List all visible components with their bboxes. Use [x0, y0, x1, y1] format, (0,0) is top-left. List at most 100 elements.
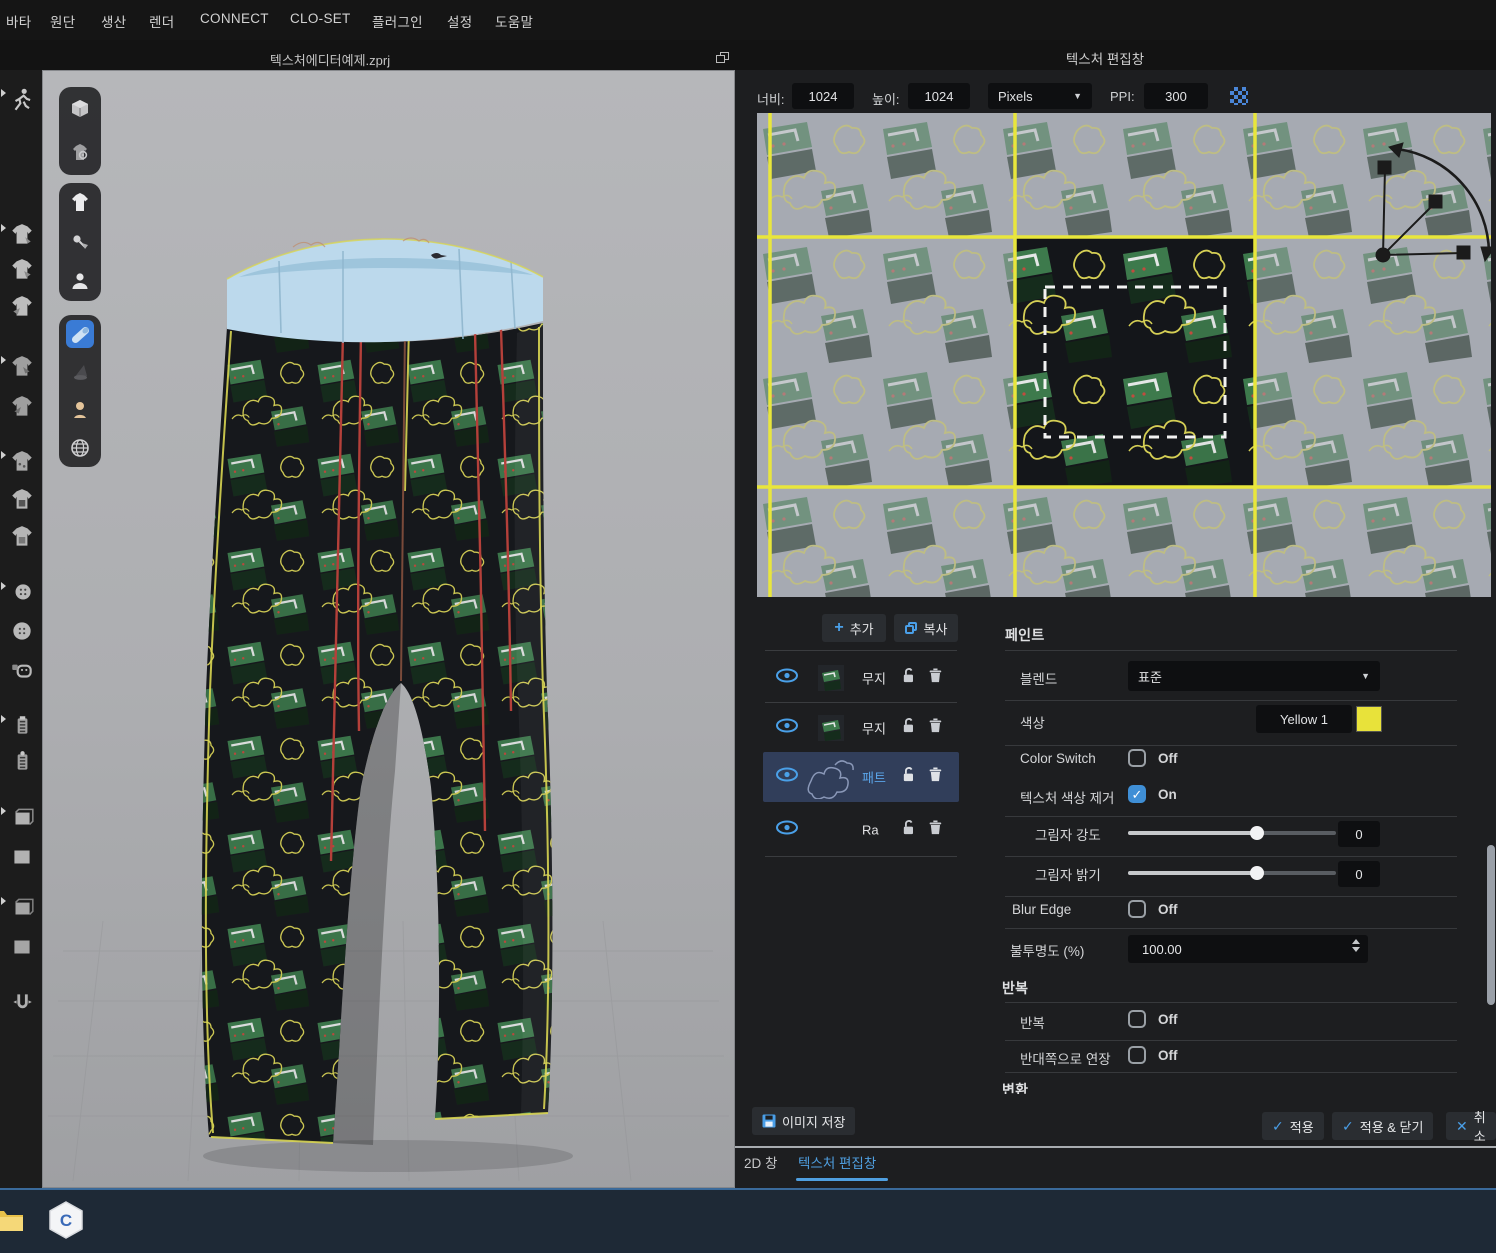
- layer-row-4[interactable]: Ra: [763, 810, 959, 850]
- trash-icon[interactable]: [925, 666, 945, 691]
- shadow-intensity-slider[interactable]: [1128, 831, 1336, 835]
- layer-name: Ra: [862, 823, 879, 838]
- remove-texture-color-state: On: [1158, 787, 1177, 802]
- unit-value: Pixels: [998, 89, 1033, 104]
- blur-edge-state: Off: [1158, 902, 1178, 917]
- windows-taskbar: C: [0, 1188, 1496, 1253]
- tool-pattern-shirt-1-icon[interactable]: [7, 485, 37, 515]
- garment-gear-icon[interactable]: [66, 139, 94, 167]
- extend-opposite-checkbox[interactable]: [1128, 1046, 1146, 1064]
- layer-row-1[interactable]: 무지: [763, 658, 959, 698]
- menu-plugin[interactable]: 플러그인: [372, 11, 423, 31]
- layer-row-2[interactable]: 무지: [763, 708, 959, 748]
- copy-layer-button[interactable]: 복사: [894, 614, 958, 642]
- layer-row-3-selected[interactable]: 패트: [763, 752, 959, 802]
- tab-texture-editor[interactable]: 텍스처 편집창: [798, 1152, 876, 1172]
- tool-fabric-2-icon[interactable]: [7, 842, 37, 872]
- check-icon: ✓: [1272, 1118, 1284, 1135]
- globe-icon[interactable]: [66, 434, 94, 462]
- tool-texture-garment-icon[interactable]: [7, 447, 37, 477]
- tool-button-lock-icon[interactable]: [7, 655, 37, 685]
- cancel-button[interactable]: ✕ 취소: [1446, 1112, 1496, 1140]
- unlock-icon[interactable]: [898, 666, 918, 691]
- shadow-intensity-value[interactable]: 0: [1338, 821, 1380, 847]
- apply-button[interactable]: ✓ 적용: [1262, 1112, 1324, 1140]
- eye-icon[interactable]: [775, 668, 799, 689]
- menu-render[interactable]: 렌더: [149, 11, 174, 31]
- remove-texture-color-checkbox[interactable]: ✓: [1128, 785, 1146, 803]
- shadow-brightness-label: 그림자 밝기: [1035, 864, 1101, 884]
- apply-close-label: 적용 & 닫기: [1360, 1117, 1424, 1136]
- tool-pattern-shirt-2-icon[interactable]: [7, 522, 37, 552]
- ppi-input[interactable]: 300: [1144, 83, 1208, 109]
- tool-garment-4-icon[interactable]: [7, 352, 37, 382]
- menu-closet[interactable]: CLO-SET: [290, 11, 351, 26]
- 3d-viewport[interactable]: [42, 70, 735, 1188]
- viewport-toolgroup-texture: [59, 315, 101, 467]
- texture-canvas[interactable]: [757, 113, 1491, 597]
- trash-icon[interactable]: [925, 765, 945, 790]
- tab-2d-window[interactable]: 2D 창: [744, 1152, 777, 1172]
- transparency-checker-icon[interactable]: [1230, 87, 1248, 105]
- eye-icon[interactable]: [775, 767, 799, 788]
- eye-icon[interactable]: [775, 820, 799, 841]
- pin-tool-icon[interactable]: [66, 228, 94, 256]
- menu-connect[interactable]: CONNECT: [200, 11, 269, 26]
- menu-fabric[interactable]: 원단: [50, 11, 75, 31]
- cone-tool-icon[interactable]: [66, 358, 94, 386]
- tool-zipper-1-icon[interactable]: [7, 711, 37, 741]
- menu-avatar[interactable]: 바타: [6, 11, 31, 31]
- trash-icon[interactable]: [925, 716, 945, 741]
- cube-3d-icon[interactable]: [66, 95, 94, 123]
- folder-icon[interactable]: [0, 1198, 30, 1242]
- tool-fabric-4-icon[interactable]: [7, 932, 37, 962]
- chevron-down-icon: ▼: [1361, 671, 1370, 681]
- shadow-brightness-value[interactable]: 0: [1338, 861, 1380, 887]
- clo-app-icon[interactable]: C: [44, 1198, 88, 1242]
- unlock-icon[interactable]: [898, 716, 918, 741]
- avatar-display-icon[interactable]: [66, 267, 94, 295]
- eye-icon[interactable]: [775, 718, 799, 739]
- unit-dropdown[interactable]: Pixels ▼: [988, 83, 1092, 109]
- menu-help[interactable]: 도움말: [495, 11, 533, 31]
- tool-button-2-icon[interactable]: [7, 616, 37, 646]
- color-swatch[interactable]: [1356, 706, 1382, 732]
- shadow-brightness-slider[interactable]: [1128, 871, 1336, 875]
- tool-clamp-icon[interactable]: [7, 987, 37, 1017]
- viewport-toolgroup-scene: [59, 87, 101, 175]
- repeat-checkbox[interactable]: [1128, 1010, 1146, 1028]
- color-name-box[interactable]: Yellow 1: [1256, 705, 1352, 733]
- tool-fabric-3-icon[interactable]: [7, 893, 37, 923]
- save-icon: [762, 1114, 776, 1128]
- fabric-roll-icon[interactable]: [66, 320, 94, 348]
- menu-settings[interactable]: 설정: [447, 11, 472, 31]
- tool-garment-1-icon[interactable]: [7, 220, 37, 250]
- blur-edge-checkbox[interactable]: [1128, 900, 1146, 918]
- color-switch-label: Color Switch: [1020, 751, 1096, 766]
- add-layer-button[interactable]: + 추가: [822, 614, 886, 642]
- trash-icon[interactable]: [925, 818, 945, 843]
- width-input[interactable]: 1024: [792, 83, 854, 109]
- shirt-icon[interactable]: [66, 189, 94, 217]
- unlock-icon[interactable]: [898, 765, 918, 790]
- tool-garment-5-icon[interactable]: [7, 392, 37, 422]
- tool-fabric-1-icon[interactable]: [7, 803, 37, 833]
- restore-window-icon[interactable]: [716, 52, 730, 64]
- spinner-arrows-icon[interactable]: [1352, 939, 1360, 952]
- avatar-bust-icon[interactable]: [66, 396, 94, 424]
- tool-garment-3-icon[interactable]: [7, 292, 37, 322]
- blend-dropdown[interactable]: 표준 ▼: [1128, 661, 1380, 691]
- save-image-button[interactable]: 이미지 저장: [752, 1107, 855, 1135]
- apply-close-button[interactable]: ✓ 적용 & 닫기: [1332, 1112, 1433, 1140]
- tool-garment-2-icon[interactable]: [7, 255, 37, 285]
- tool-avatar-pose-icon[interactable]: [7, 85, 37, 115]
- height-input[interactable]: 1024: [908, 83, 970, 109]
- tool-button-1-icon[interactable]: [7, 578, 37, 608]
- menu-production[interactable]: 생산: [101, 11, 126, 31]
- unlock-icon[interactable]: [898, 818, 918, 843]
- panel-scrollbar[interactable]: [1487, 845, 1495, 1005]
- tool-zipper-2-icon[interactable]: [7, 747, 37, 777]
- opacity-spinbox[interactable]: 100.00: [1128, 935, 1368, 963]
- title-bar: 텍스처에디터예제.zprj 텍스처 편집창: [0, 40, 1496, 70]
- color-switch-checkbox[interactable]: [1128, 749, 1146, 767]
